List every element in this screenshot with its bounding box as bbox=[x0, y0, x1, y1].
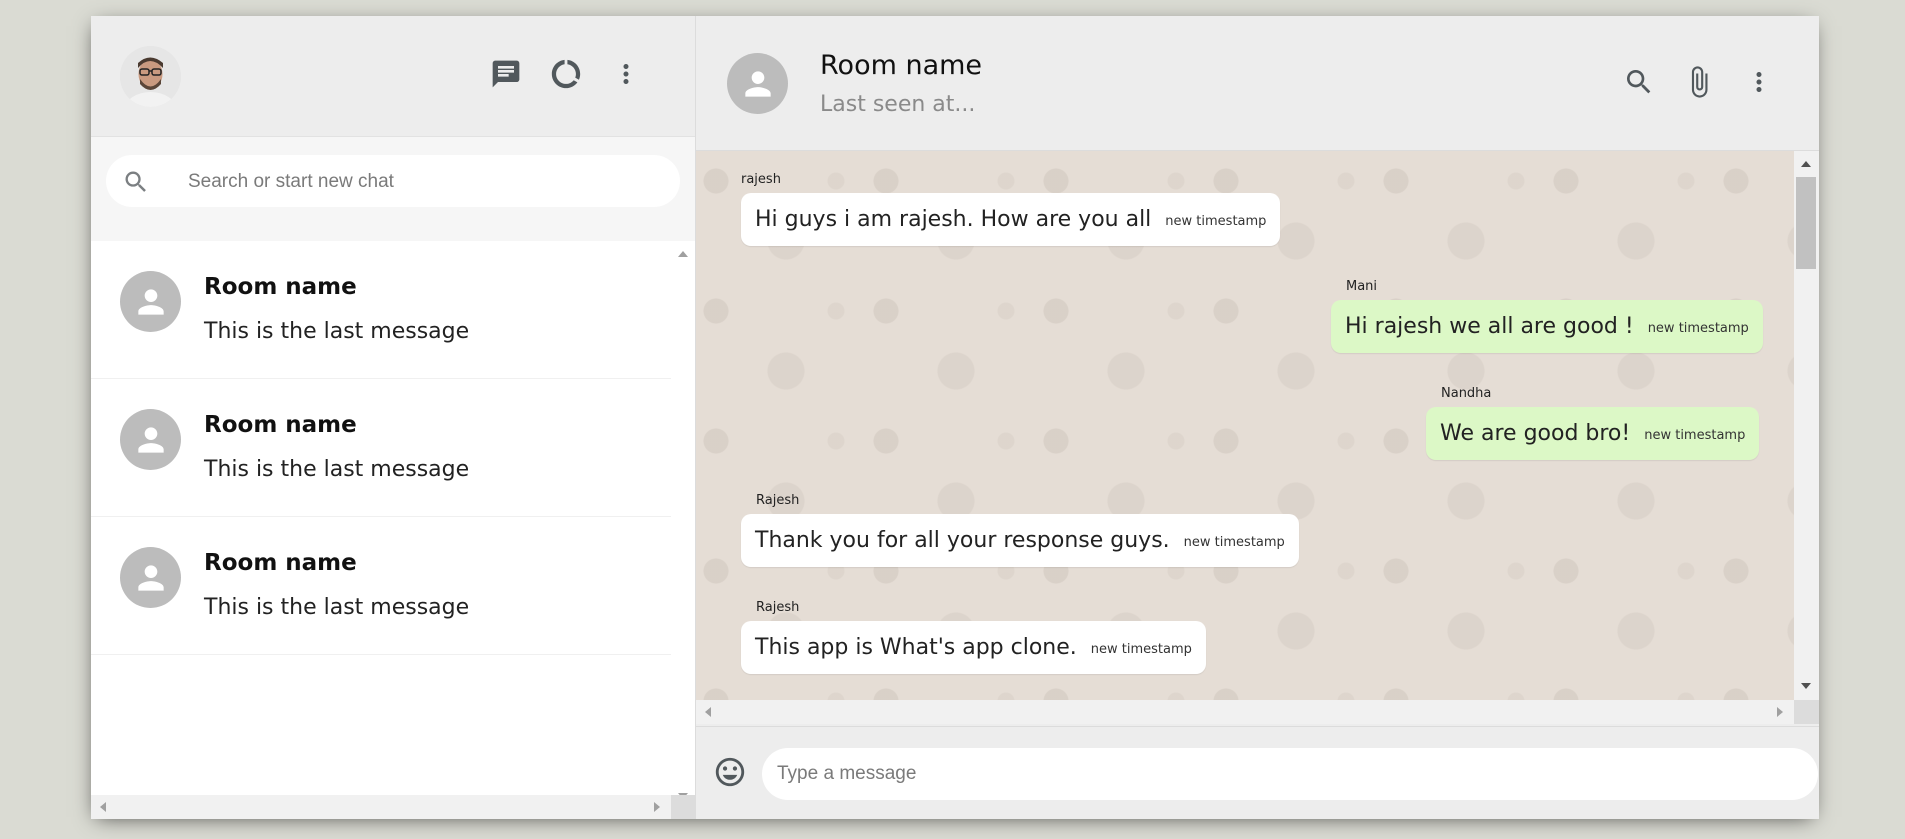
message-bubble: We are good bro! new timestamp bbox=[1426, 407, 1760, 460]
message-bubble: This app is What's app clone. new timest… bbox=[741, 621, 1206, 674]
message-timestamp: new timestamp bbox=[1090, 642, 1192, 657]
room-name: Room name bbox=[204, 412, 357, 438]
attach-icon[interactable] bbox=[1681, 64, 1717, 100]
last-message: This is the last message bbox=[204, 457, 470, 482]
last-seen-text: Last seen at... bbox=[820, 92, 976, 117]
scroll-left-arrow-icon[interactable] bbox=[705, 707, 711, 717]
person-icon bbox=[744, 70, 771, 97]
person-icon bbox=[137, 426, 164, 453]
last-message: This is the last message bbox=[204, 595, 470, 620]
chat-icon[interactable] bbox=[488, 56, 524, 92]
message-sender: Nandha bbox=[1441, 386, 1492, 401]
message: Rajesh This app is What's app clone. new… bbox=[741, 600, 1206, 674]
more-vert-icon[interactable] bbox=[608, 56, 644, 92]
person-icon bbox=[137, 288, 164, 315]
message-sender: rajesh bbox=[741, 172, 781, 187]
message: Nandha We are good bro! new timestamp bbox=[1426, 386, 1760, 460]
chat-horizontal-scrollbar[interactable] bbox=[696, 700, 1794, 724]
user-avatar[interactable] bbox=[120, 46, 181, 107]
message-timestamp: new timestamp bbox=[1647, 321, 1749, 336]
message-text: Hi rajesh we all are good ! bbox=[1345, 314, 1634, 339]
search-container bbox=[106, 155, 680, 207]
message: Mani Hi rajesh we all are good ! new tim… bbox=[1331, 279, 1763, 353]
person-icon bbox=[137, 564, 164, 591]
message-sender: Rajesh bbox=[756, 493, 800, 508]
search-icon bbox=[122, 168, 150, 200]
chat-scrollbar-thumb[interactable] bbox=[1796, 177, 1816, 269]
search-input[interactable] bbox=[186, 165, 660, 199]
room-avatar bbox=[120, 547, 181, 608]
sidebar-header bbox=[91, 16, 695, 137]
chat-list-item[interactable]: Room name This is the last message bbox=[91, 241, 671, 379]
scrollbar-corner bbox=[671, 795, 695, 819]
message-bubble: Hi rajesh we all are good ! new timestam… bbox=[1331, 300, 1763, 353]
message-timestamp: new timestamp bbox=[1165, 214, 1267, 229]
scroll-up-arrow-icon[interactable] bbox=[1801, 161, 1811, 167]
room-name: Room name bbox=[204, 274, 357, 300]
message-input[interactable] bbox=[762, 748, 1818, 800]
chat-list-item[interactable]: Room name This is the last message bbox=[91, 517, 671, 655]
message-text: Hi guys i am rajesh. How are you all bbox=[755, 207, 1152, 232]
app-window: Room name This is the last message Room … bbox=[91, 16, 1819, 819]
message-timestamp: new timestamp bbox=[1644, 428, 1746, 443]
chat-panel: Room name Last seen at... rajesh Hi guys… bbox=[696, 16, 1819, 819]
message: Rajesh Thank you for all your response g… bbox=[741, 493, 1299, 567]
chat-body: rajesh Hi guys i am rajesh. How are you … bbox=[696, 151, 1794, 700]
room-title: Room name bbox=[820, 50, 983, 81]
search-icon[interactable] bbox=[1621, 64, 1657, 100]
scroll-down-arrow-icon[interactable] bbox=[1801, 683, 1811, 689]
room-avatar bbox=[120, 271, 181, 332]
message-text: Thank you for all your response guys. bbox=[755, 528, 1170, 553]
message-text: This app is What's app clone. bbox=[755, 635, 1077, 660]
message-composer bbox=[696, 726, 1819, 819]
scroll-right-arrow-icon[interactable] bbox=[1777, 707, 1783, 717]
chat-list-item[interactable]: Room name This is the last message bbox=[91, 379, 671, 517]
more-vert-icon[interactable] bbox=[1741, 64, 1777, 100]
message-text: We are good bro! bbox=[1440, 421, 1631, 446]
sidebar-horizontal-scrollbar[interactable] bbox=[91, 795, 671, 819]
last-message: This is the last message bbox=[204, 319, 470, 344]
emoji-icon[interactable] bbox=[713, 755, 747, 793]
message-sender: Rajesh bbox=[756, 600, 800, 615]
chat-header: Room name Last seen at... bbox=[696, 16, 1819, 151]
message-bubble: Thank you for all your response guys. ne… bbox=[741, 514, 1299, 567]
sidebar-vertical-scrollbar[interactable] bbox=[672, 241, 694, 811]
message-sender: Mani bbox=[1346, 279, 1378, 294]
status-icon[interactable] bbox=[548, 56, 584, 92]
message: rajesh Hi guys i am rajesh. How are you … bbox=[741, 172, 1281, 246]
sidebar-search bbox=[91, 137, 695, 241]
room-avatar bbox=[120, 409, 181, 470]
sidebar: Room name This is the last message Room … bbox=[91, 16, 696, 819]
scrollbar-corner bbox=[1794, 700, 1819, 724]
message-timestamp: new timestamp bbox=[1183, 535, 1285, 550]
scroll-up-arrow-icon[interactable] bbox=[678, 251, 688, 257]
scroll-left-arrow-icon[interactable] bbox=[100, 802, 106, 812]
message-bubble: Hi guys i am rajesh. How are you all new… bbox=[741, 193, 1281, 246]
scroll-right-arrow-icon[interactable] bbox=[654, 802, 660, 812]
room-avatar[interactable] bbox=[727, 53, 788, 114]
chat-list: Room name This is the last message Room … bbox=[91, 241, 671, 811]
room-name: Room name bbox=[204, 550, 357, 576]
